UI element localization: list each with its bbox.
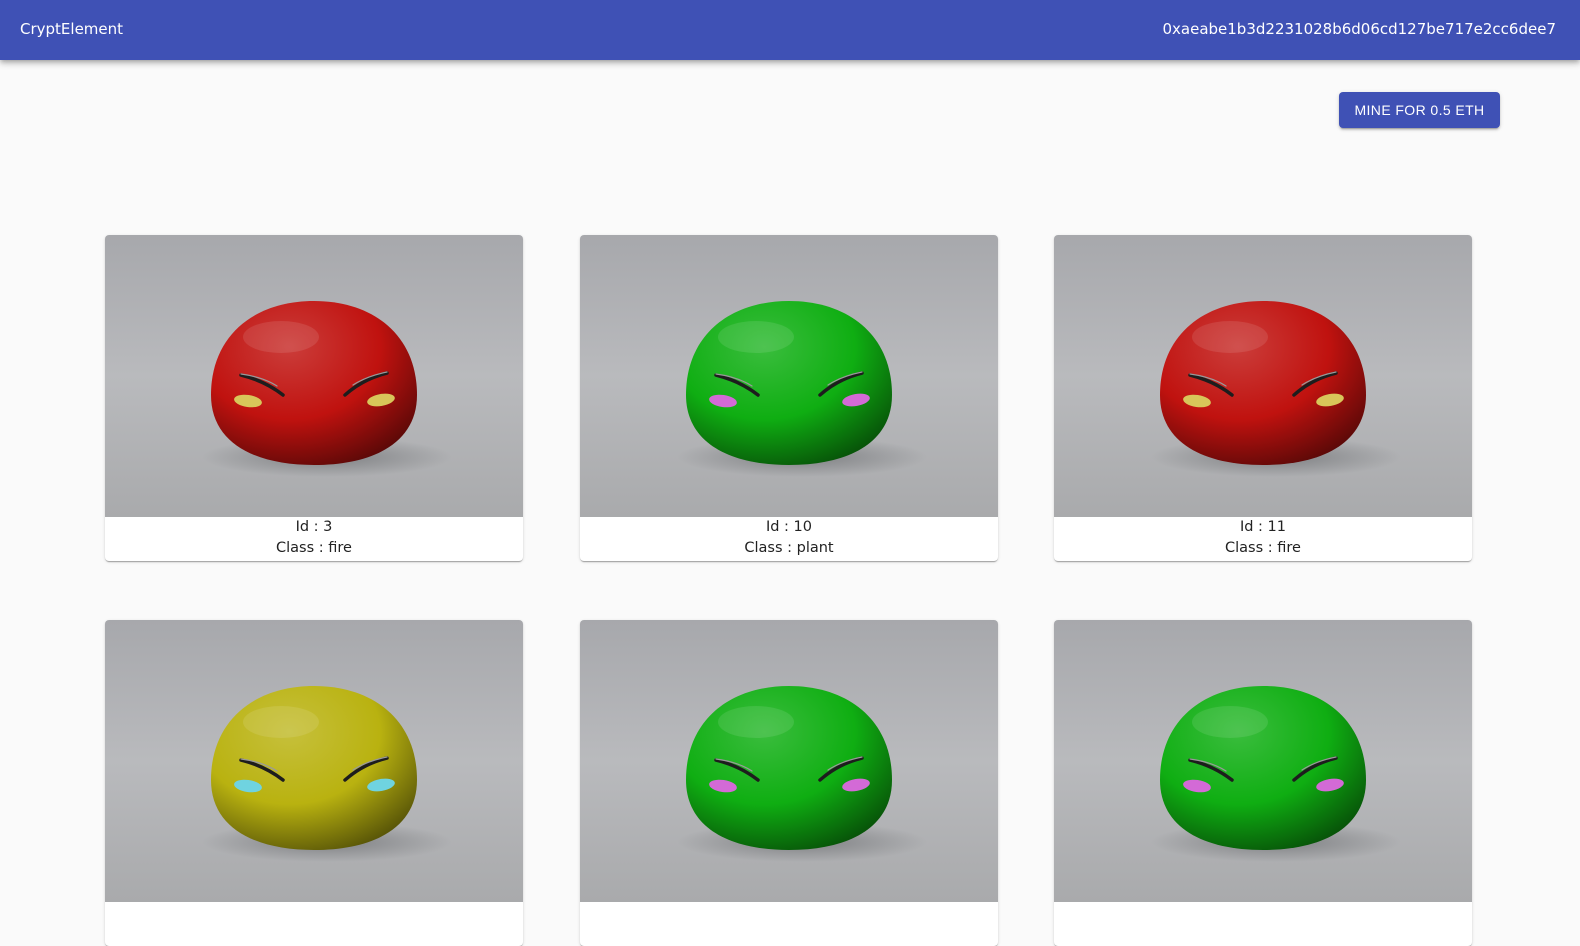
slime-body [686,686,892,850]
account-address: 0xaeabe1b3d2231028b6d06cd127be717e2cc6de… [1162,20,1556,38]
card-id: Id : 3 [295,519,333,535]
card-class [105,923,523,944]
card-id [105,902,523,923]
element-card[interactable] [1054,620,1472,946]
element-card[interactable]: Id : 3 Class : fire [105,235,523,561]
card-id: Id : 11 [1239,519,1287,535]
slime-highlight [243,706,319,738]
card-id [1054,902,1472,923]
slime-image [580,235,998,517]
slime-image [580,620,998,902]
slime-highlight [718,321,794,353]
slime-image [105,235,523,517]
element-card[interactable]: Id : 11 Class : fire [1054,235,1472,561]
card-class: Class : fire [1225,540,1301,556]
card-info: Id : 3 Class : fire [105,517,523,561]
slime-highlight [1192,321,1268,353]
slime-body [1160,301,1366,465]
card-class [580,923,998,944]
slime-highlight [1192,706,1268,738]
slime-image [105,620,523,902]
card-id [580,902,998,923]
card-class: Class : plant [744,540,834,556]
element-card[interactable] [105,620,523,946]
card-info: Id : 11 Class : fire [1054,517,1472,561]
slime-highlight [718,706,794,738]
card-info [580,902,998,946]
card-info: Id : 10 Class : plant [580,517,998,561]
app-title: CryptElement [20,20,124,38]
slime-body [211,301,417,465]
card-id: Id : 10 [765,519,813,535]
slime-body [211,686,417,850]
app-bar: CryptElement 0xaeabe1b3d2231028b6d06cd12… [0,0,1580,60]
slime-image [1054,235,1472,517]
card-class: Class : fire [276,540,352,556]
element-card[interactable]: Id : 10 Class : plant [580,235,998,561]
element-card[interactable] [580,620,998,946]
slime-body [1160,686,1366,850]
card-info [105,902,523,946]
slime-highlight [243,321,319,353]
mine-button[interactable]: MINE FOR 0.5 ETH [1339,92,1500,128]
card-info [1054,902,1472,946]
slime-body [686,301,892,465]
slime-image [1054,620,1472,902]
card-class [1054,923,1472,944]
